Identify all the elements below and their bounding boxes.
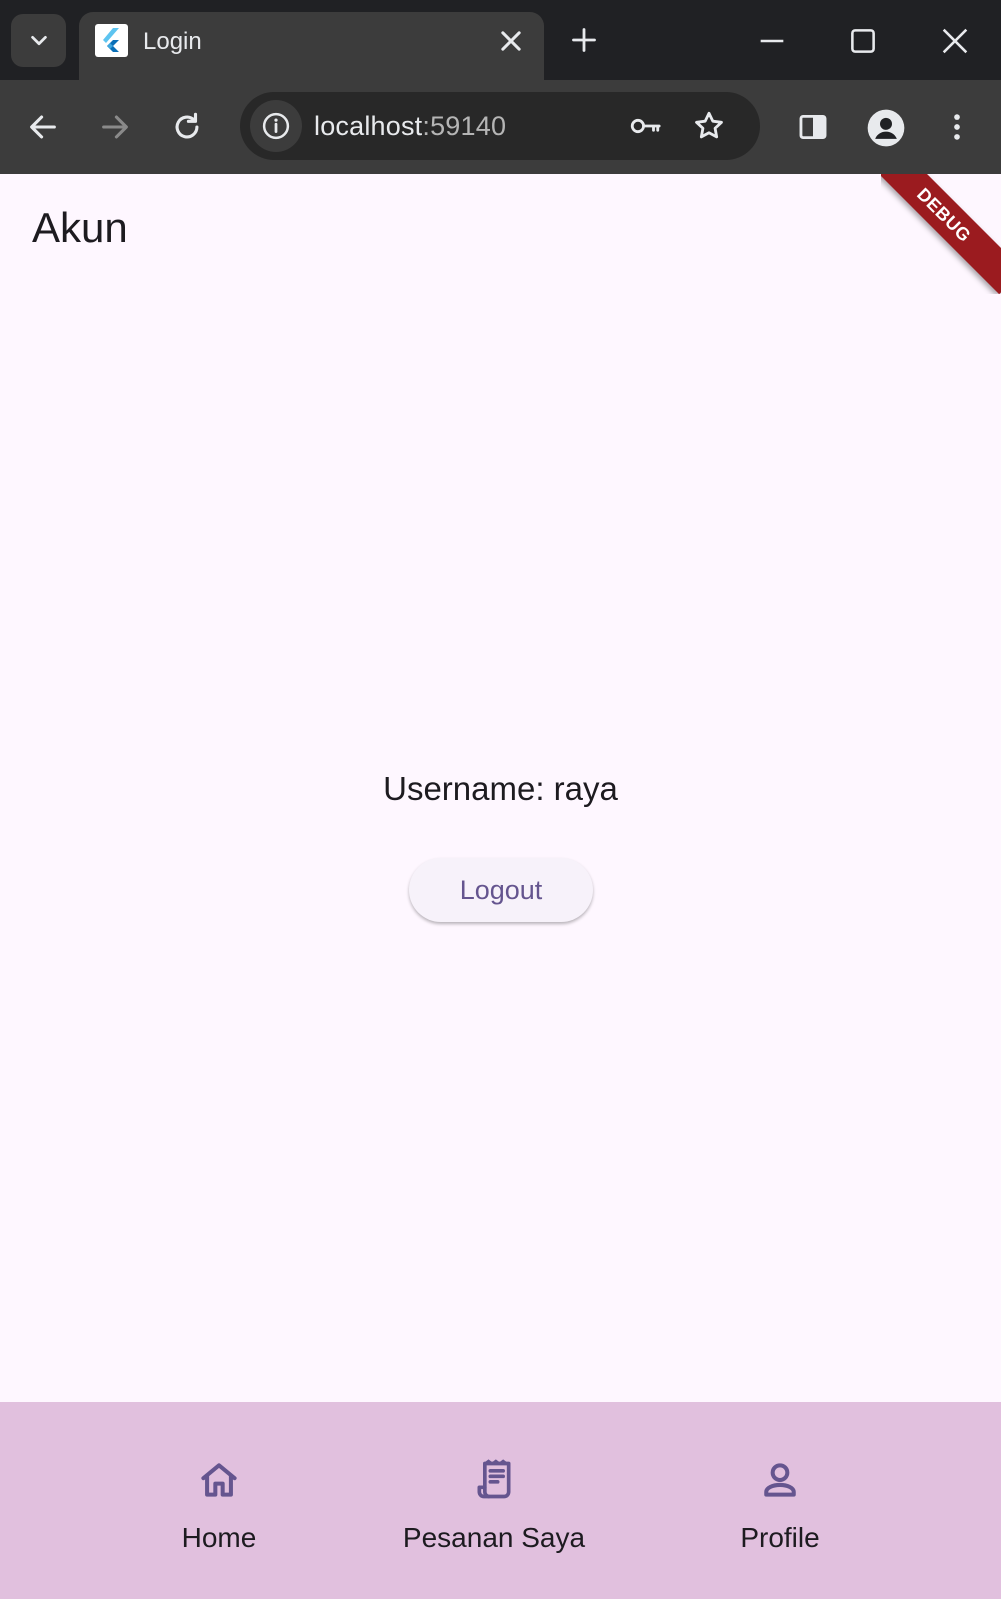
browser-tab[interactable]: Login bbox=[79, 12, 544, 80]
tab-search-button[interactable] bbox=[11, 14, 66, 67]
debug-banner: DEBUG bbox=[881, 174, 1001, 294]
minimize-icon[interactable] bbox=[755, 24, 789, 58]
address-bar[interactable]: localhost:59140 bbox=[240, 92, 760, 160]
profile-avatar-icon[interactable] bbox=[866, 108, 906, 148]
url-host: localhost bbox=[314, 111, 423, 141]
reload-icon[interactable] bbox=[170, 110, 204, 144]
chevron-down-icon bbox=[30, 35, 47, 45]
flutter-favicon-icon bbox=[95, 24, 128, 57]
receipt-icon bbox=[477, 1459, 511, 1499]
side-panel-icon[interactable] bbox=[796, 110, 830, 144]
nav-label-profile: Profile bbox=[740, 1522, 820, 1553]
url-text[interactable]: localhost:59140 bbox=[314, 111, 506, 142]
nav-label-home: Home bbox=[181, 1522, 257, 1553]
tab-title: Login bbox=[143, 28, 202, 55]
window-close-icon[interactable] bbox=[938, 24, 972, 58]
forward-arrow-icon[interactable] bbox=[98, 110, 132, 144]
nav-item-pesanan-saya[interactable]: Pesanan Saya bbox=[389, 1402, 599, 1599]
nav-label-pesanan-saya: Pesanan Saya bbox=[402, 1522, 586, 1553]
new-tab-icon[interactable] bbox=[570, 26, 598, 54]
app-viewport: Akun DEBUG Username: raya Logout Home Pe… bbox=[0, 174, 1001, 1599]
nav-item-profile[interactable]: Profile bbox=[725, 1402, 835, 1599]
bottom-navigation-bar: Home Pesanan Saya Profile bbox=[0, 1402, 1001, 1599]
site-info-button[interactable] bbox=[250, 100, 302, 152]
debug-banner-container: DEBUG bbox=[881, 174, 1001, 294]
maximize-icon[interactable] bbox=[846, 24, 880, 58]
more-menu-icon[interactable] bbox=[940, 110, 974, 144]
browser-tabstrip: Login bbox=[0, 0, 1001, 80]
back-arrow-icon[interactable] bbox=[26, 110, 60, 144]
nav-item-home[interactable]: Home bbox=[159, 1402, 279, 1599]
info-icon bbox=[262, 112, 290, 140]
url-port: :59140 bbox=[422, 111, 507, 141]
username-label: Username: raya bbox=[383, 770, 618, 807]
page-title: Akun bbox=[32, 204, 128, 251]
person-icon bbox=[764, 1463, 796, 1497]
browser-toolbar: localhost:59140 bbox=[0, 80, 1001, 174]
home-icon bbox=[201, 1463, 237, 1497]
bookmark-star-icon[interactable] bbox=[692, 109, 726, 143]
key-icon[interactable] bbox=[628, 109, 662, 143]
logout-button[interactable]: Logout bbox=[409, 858, 593, 922]
close-icon[interactable] bbox=[497, 27, 525, 55]
